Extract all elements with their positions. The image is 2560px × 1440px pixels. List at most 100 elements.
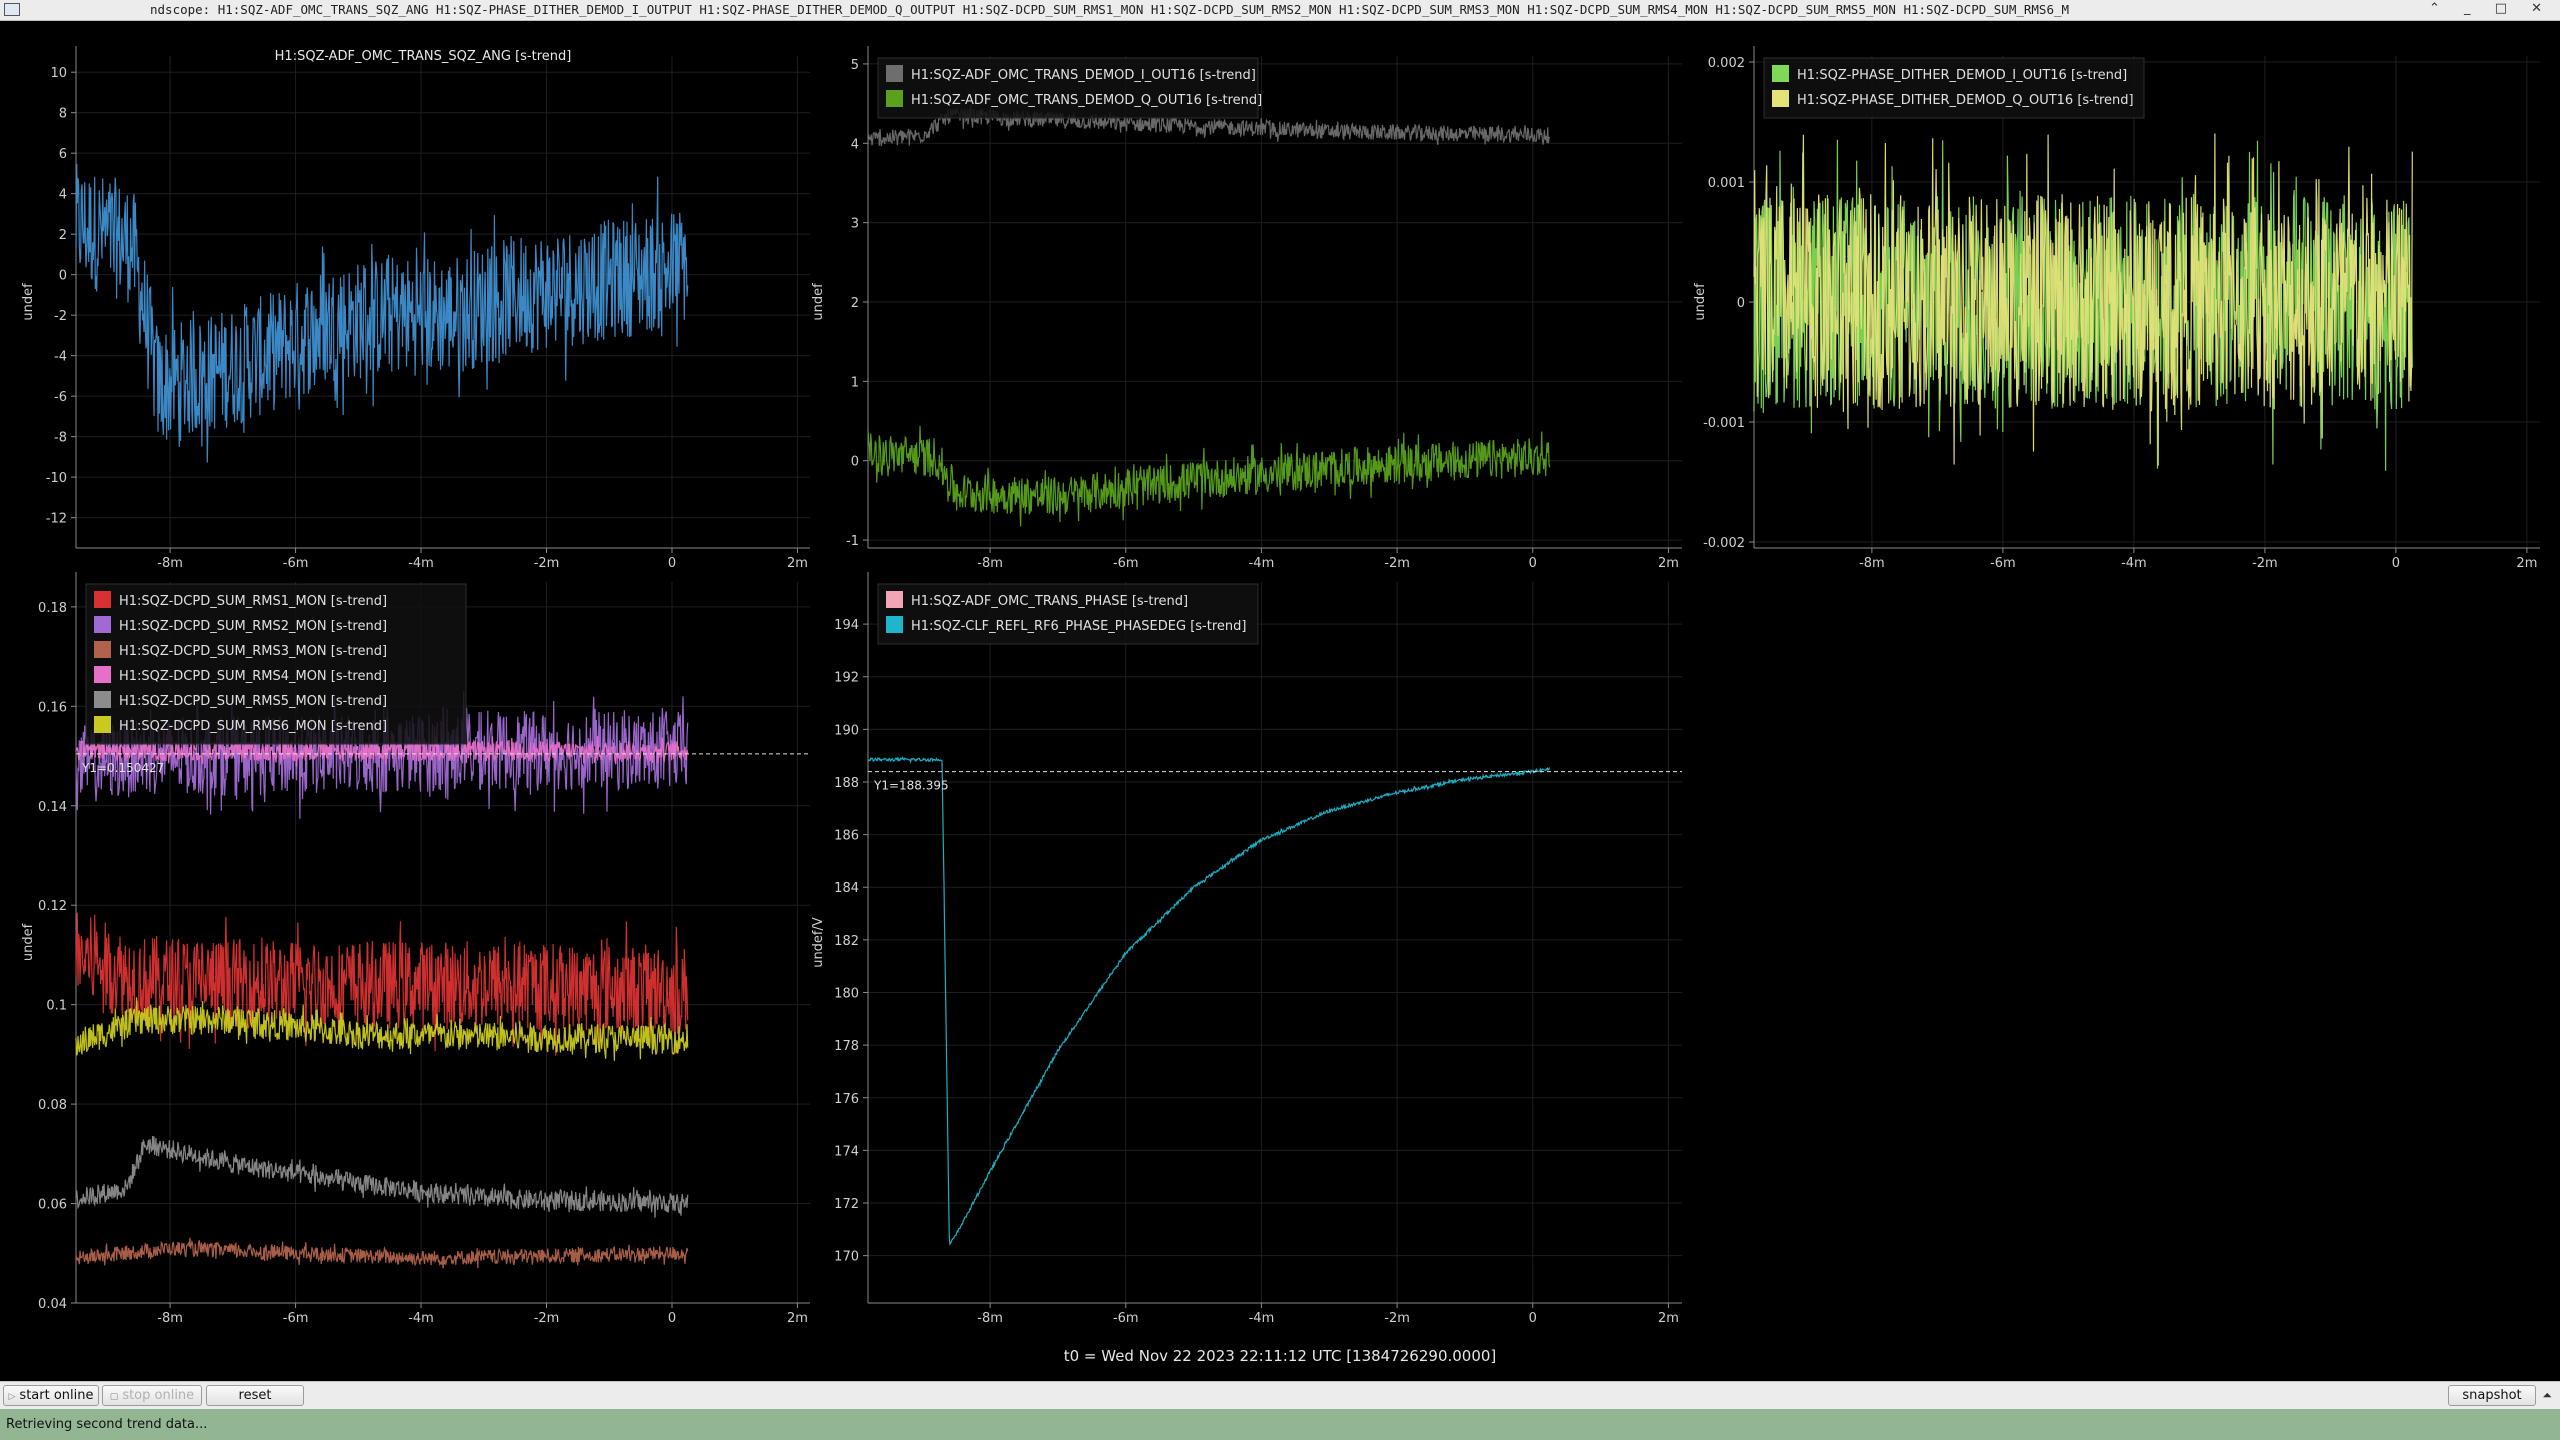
start-online-button[interactable]: ▷ start online [3, 1385, 99, 1406]
chart-panel-1: -8m -6m -4m -2m 0 2m 10 8 6 4 2 0 -2 -4 -6 -8 -10 -12 unde… [21, 46, 810, 571]
y-tick-label: 0.1 [46, 999, 67, 1014]
y-tick-label: -0.001 [1703, 416, 1745, 431]
stop-online-label: stop online [122, 1388, 195, 1403]
y-tick-label: 192 [834, 671, 859, 686]
legend-label: H1:SQZ-ADF_OMC_TRANS_PHASE [s-trend] [911, 594, 1188, 609]
plot-area[interactable]: t0 = Wed Nov 22 2023 22:11:12 UTC [13847… [0, 20, 2560, 1385]
arrow-up-icon[interactable]: ⏶ [2542, 1388, 2552, 1403]
window-controls[interactable]: ⌃ _ □ ✕ [2429, 1, 2552, 16]
x-tick-label: -6m [1990, 556, 2016, 571]
x-tick-label: -2m [534, 556, 560, 571]
legend-box [877, 57, 1259, 119]
cursor-label: Y1=0.150427 [81, 761, 164, 775]
legend-swatch [94, 641, 111, 658]
x-tick-label: -4m [1249, 556, 1275, 571]
y-axis-label: undef [1693, 283, 1708, 321]
y-axis-label: undef [21, 283, 36, 321]
y-tick-label: 170 [834, 1250, 859, 1265]
x-tick-label: 2m [787, 556, 808, 571]
legend-swatch [886, 591, 903, 608]
x-tick-label: -2m [1384, 556, 1410, 571]
y-axis-label: undef [21, 923, 36, 961]
legend-label: H1:SQZ-DCPD_SUM_RMS2_MON [s-trend] [119, 619, 387, 634]
x-tick-label: -2m [534, 1311, 560, 1326]
y-tick-label: 3 [851, 217, 859, 232]
legend-swatch [94, 591, 111, 608]
y-tick-label: 0.16 [38, 700, 67, 715]
y-tick-label: 194 [834, 618, 859, 633]
legend-swatch [94, 666, 111, 683]
cursor-label: Y1=188.395 [873, 779, 949, 793]
x-tick-label: -6m [1113, 556, 1139, 571]
y-tick-label: 10 [50, 66, 67, 81]
y-tick-label: -0.002 [1703, 536, 1745, 551]
x-tick-label: -4m [1249, 1311, 1275, 1326]
stop-online-button[interactable]: ▢ stop online [102, 1385, 202, 1406]
y-tick-label: 178 [834, 1039, 859, 1054]
t0-label: t0 = Wed Nov 22 2023 22:11:12 UTC [13847… [1064, 1347, 1497, 1365]
y-tick-label: 0.002 [1708, 56, 1745, 71]
legend-swatch [886, 65, 903, 82]
y-tick-label: 2 [59, 228, 67, 243]
legend-swatch [94, 691, 111, 708]
legend-label: H1:SQZ-CLF_REFL_RF6_PHASE_PHASEDEG [s-tr… [911, 619, 1246, 634]
y-tick-label: 2 [851, 296, 859, 311]
legend-swatch [1772, 65, 1789, 82]
start-online-label: start online [19, 1388, 94, 1403]
snapshot-button[interactable]: snapshot [2448, 1385, 2536, 1406]
x-tick-label: -8m [977, 556, 1003, 571]
y-axis-label: undef [811, 283, 826, 321]
x-tick-label: -4m [408, 556, 434, 571]
y-tick-label: -2 [54, 309, 67, 324]
legend-swatch [886, 616, 903, 633]
y-axis-label: undef/V [811, 917, 826, 968]
chart-panel-5: -8m -6m -4m -2m 0 2m 194 192 190 188 186 184 182 180 1… [811, 572, 1682, 1326]
legend-swatch [1772, 90, 1789, 107]
status-bar: Retrieving second trend data... [0, 1409, 2560, 1440]
legend-label: H1:SQZ-DCPD_SUM_RMS1_MON [s-trend] [119, 594, 387, 609]
y-tick-label: 182 [834, 934, 859, 949]
y-tick-label: -6 [54, 390, 67, 405]
legend-label: H1:SQZ-ADF_OMC_TRANS_DEMOD_Q_OUT16 [s-tr… [911, 93, 1262, 108]
x-tick-label: 2m [787, 1311, 808, 1326]
legend-box [877, 583, 1259, 645]
x-tick-label: 0 [1529, 1311, 1537, 1326]
y-tick-label: -10 [46, 471, 67, 486]
series-line-2 [867, 755, 1551, 1247]
y-tick-label: 4 [851, 137, 859, 152]
y-tick-label: 1 [851, 375, 859, 390]
legend-label: H1:SQZ-ADF_OMC_TRANS_DEMOD_I_OUT16 [s-tr… [911, 68, 1256, 83]
chart-title: H1:SQZ-ADF_OMC_TRANS_SQZ_ANG [s-trend] [275, 49, 572, 64]
x-tick-label: -6m [283, 1311, 309, 1326]
app-icon [4, 3, 20, 16]
y-tick-label: 0.001 [1708, 176, 1745, 191]
y-tick-label: 184 [834, 881, 859, 896]
bottom-toolbar: ▷ start online ▢ stop online reset snapsho… [0, 1381, 2560, 1410]
x-tick-label: -4m [408, 1311, 434, 1326]
y-tick-label: -12 [46, 512, 67, 527]
y-tick-label: -1 [846, 534, 859, 549]
reset-button[interactable]: reset [206, 1385, 304, 1406]
y-tick-label: -4 [54, 350, 67, 365]
legend-box [1763, 57, 2145, 119]
x-tick-label: 2m [1658, 556, 1679, 571]
x-tick-label: -8m [977, 1311, 1003, 1326]
y-tick-label: 0 [851, 455, 859, 470]
x-tick-label: -4m [2121, 556, 2147, 571]
x-tick-label: 2m [1658, 1311, 1679, 1326]
x-tick-label: 0 [1529, 556, 1537, 571]
x-tick-label: -8m [157, 556, 183, 571]
window-title: ndscope: H1:SQZ-ADF_OMC_TRANS_SQZ_ANG H1… [150, 2, 2070, 17]
legend-swatch [94, 716, 111, 733]
series-line-2 [867, 425, 1551, 527]
legend-swatch [886, 90, 903, 107]
legend-swatch [94, 616, 111, 633]
y-tick-label: 0.12 [38, 899, 67, 914]
x-tick-label: -6m [1113, 1311, 1139, 1326]
y-tick-label: 190 [834, 723, 859, 738]
y-tick-label: 0 [1737, 296, 1745, 311]
legend-label: H1:SQZ-DCPD_SUM_RMS4_MON [s-trend] [119, 669, 387, 684]
y-tick-label: 172 [834, 1197, 859, 1212]
y-tick-label: 176 [834, 1092, 859, 1107]
y-tick-label: 0.18 [38, 601, 67, 616]
